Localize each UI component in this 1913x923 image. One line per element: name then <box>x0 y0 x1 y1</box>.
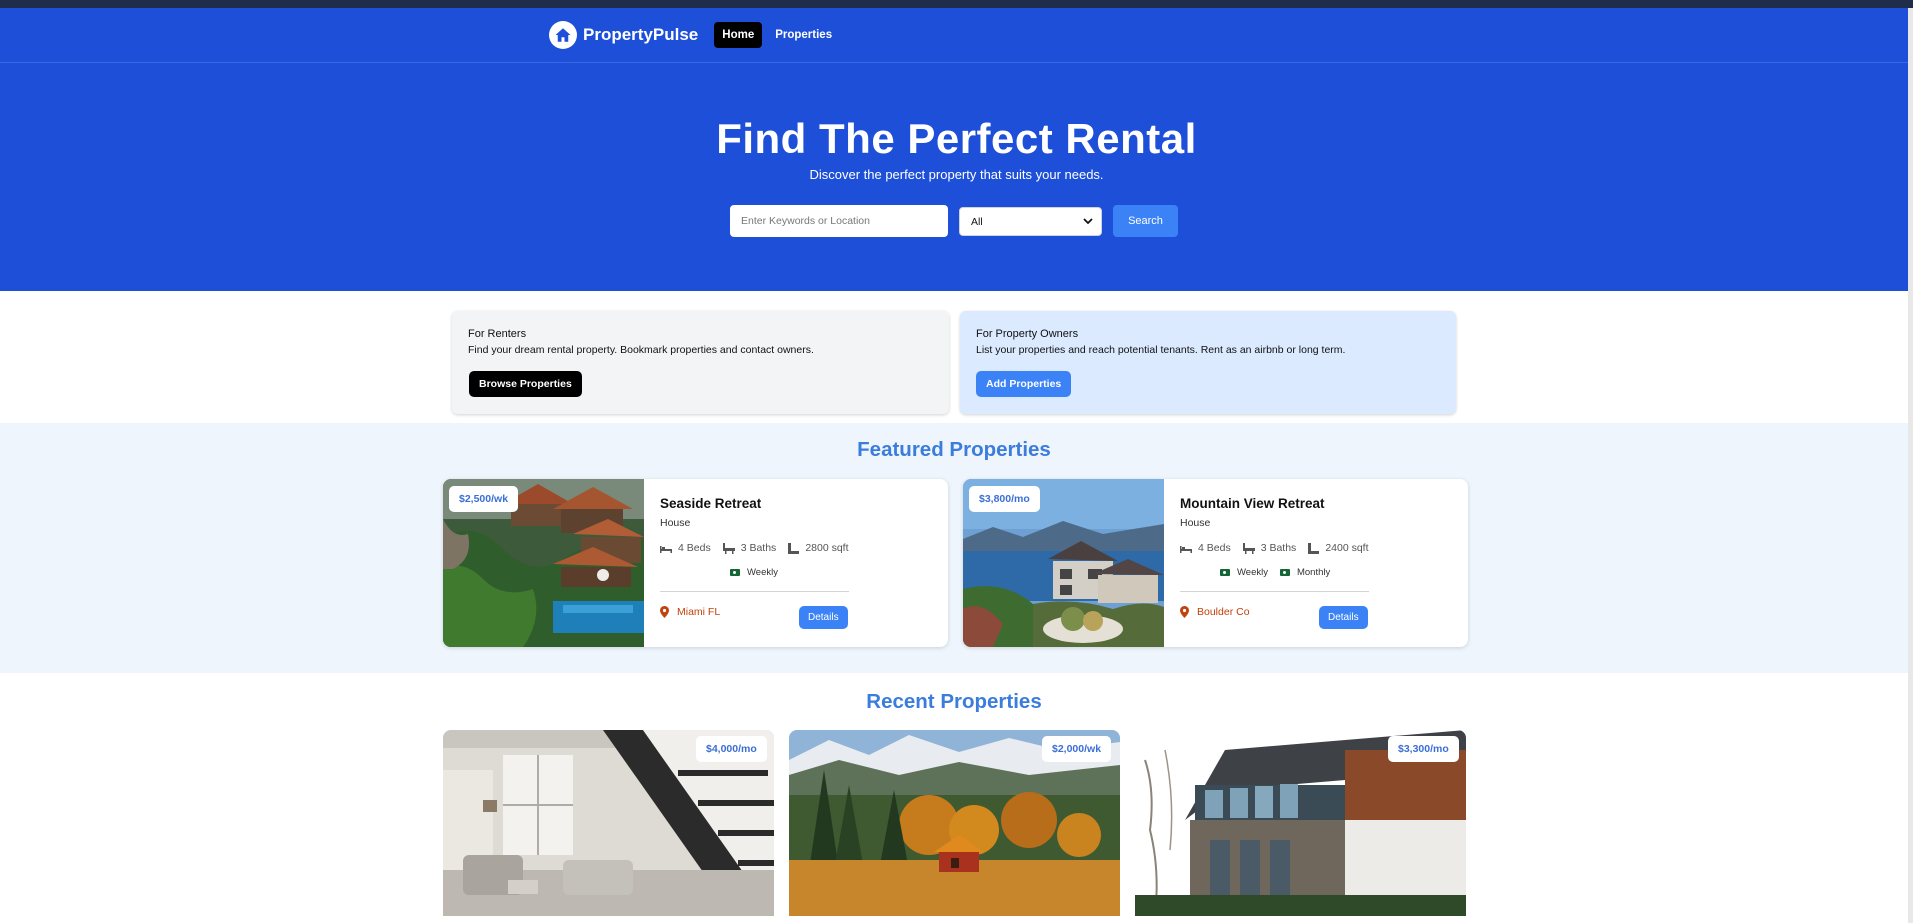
beds-label: 4 Beds <box>678 542 711 554</box>
ruler-icon <box>788 542 800 554</box>
sqft-label: 2400 sqft <box>1325 542 1369 554</box>
brand-logo[interactable]: PropertyPulse <box>549 21 698 49</box>
recent-title: Recent Properties <box>866 690 1042 713</box>
navbar: PropertyPulse Home Properties <box>0 8 1913 63</box>
browser-top-strip <box>0 0 1913 8</box>
money-icon <box>730 569 740 576</box>
property-name: Seaside Retreat <box>660 496 762 511</box>
location-label: Boulder Co <box>1197 606 1250 618</box>
rate-label: Monthly <box>1296 567 1331 578</box>
property-type: House <box>1180 517 1211 529</box>
featured-card[interactable]: $2,500/wk Seaside Retreat House 4 Beds 3… <box>443 479 948 647</box>
browse-properties-button[interactable]: Browse Properties <box>469 371 582 397</box>
rate-monthly: Monthly <box>1279 567 1331 578</box>
price-badge: $2,500/wk <box>449 486 519 512</box>
bath-icon <box>1242 542 1255 554</box>
rate-label: Weekly <box>747 567 778 578</box>
owners-info-card: For Property Owners List your properties… <box>960 311 1456 414</box>
renters-info-card: For Renters Find your dream rental prope… <box>452 311 949 414</box>
page-scrollbar[interactable] <box>1908 8 1913 923</box>
card-divider <box>660 591 849 592</box>
card-divider <box>1180 591 1369 592</box>
ruler-icon <box>1308 542 1320 554</box>
brand-name: PropertyPulse <box>583 25 699 44</box>
hero-section: Find The Perfect Rental Discover the per… <box>0 63 1913 291</box>
baths-info: 3 Baths <box>722 542 777 554</box>
price-badge: $3,300/mo <box>1388 736 1459 762</box>
nav-link-properties[interactable]: Properties <box>767 22 840 48</box>
property-name: Mountain View Retreat <box>1180 496 1325 511</box>
chevron-down-icon <box>1083 216 1093 229</box>
featured-card[interactable]: $3,800/mo Mountain View Retreat House 4 … <box>963 479 1468 647</box>
featured-section: Featured Properties $2,500/wk Seaside Re… <box>0 423 1908 673</box>
bath-icon <box>722 542 735 554</box>
bed-icon <box>1180 544 1192 553</box>
nav-link-home[interactable]: Home <box>714 22 763 48</box>
owners-title: For Property Owners <box>976 328 1079 340</box>
property-location: Boulder Co <box>1180 606 1250 618</box>
property-amenities: 4 Beds 3 Baths 2800 sqft <box>660 542 861 554</box>
price-badge: $2,000/wk <box>1042 736 1112 762</box>
rental-rates: Weekly <box>730 567 790 578</box>
location-label: Miami FL <box>677 606 721 618</box>
renters-text: Find your dream rental property. Bookmar… <box>468 344 814 356</box>
rate-weekly: Weekly <box>730 567 778 578</box>
add-properties-button[interactable]: Add Properties <box>976 371 1072 397</box>
rate-label: Weekly <box>1237 567 1268 578</box>
property-image[interactable]: $3,800/mo <box>963 479 1164 647</box>
property-type-value: All <box>971 215 983 228</box>
property-amenities: 4 Beds 3 Baths 2400 sqft <box>1180 542 1381 554</box>
renters-title: For Renters <box>468 328 527 340</box>
sqft-info: 2400 sqft <box>1308 542 1369 554</box>
bed-icon <box>660 544 672 553</box>
money-icon <box>1220 569 1230 576</box>
sqft-info: 2800 sqft <box>788 542 849 554</box>
beds-info: 4 Beds <box>1180 542 1231 554</box>
recent-property-card[interactable]: $4,000/mo <box>443 730 774 916</box>
money-icon <box>1279 569 1290 576</box>
map-pin-icon <box>1180 606 1189 618</box>
property-type: House <box>660 517 691 529</box>
details-button[interactable]: Details <box>1319 606 1368 629</box>
nav-inner: PropertyPulse Home Properties <box>549 21 840 49</box>
recent-property-card[interactable]: $2,000/wk <box>789 730 1120 916</box>
map-pin-icon <box>660 606 669 618</box>
rental-rates: Weekly Monthly <box>1220 567 1342 578</box>
search-button[interactable]: Search <box>1113 205 1178 237</box>
beds-label: 4 Beds <box>1198 542 1231 554</box>
featured-title: Featured Properties <box>857 438 1051 461</box>
details-button[interactable]: Details <box>799 606 848 629</box>
beds-info: 4 Beds <box>660 542 711 554</box>
baths-label: 3 Baths <box>1260 542 1297 554</box>
price-badge: $4,000/mo <box>696 736 767 762</box>
hero-title: Find The Perfect Rental <box>716 115 1197 162</box>
rate-weekly: Weekly <box>1220 567 1268 578</box>
owners-text: List your properties and reach potential… <box>976 344 1346 356</box>
search-input[interactable] <box>730 205 948 237</box>
property-image[interactable]: $2,500/wk <box>443 479 644 647</box>
property-location: Miami FL <box>660 606 720 618</box>
recent-property-card[interactable]: $3,300/mo <box>1135 730 1466 916</box>
baths-label: 3 Baths <box>740 542 777 554</box>
property-type-select[interactable]: All <box>959 207 1102 236</box>
baths-info: 3 Baths <box>1242 542 1297 554</box>
sqft-label: 2800 sqft <box>805 542 849 554</box>
hero-subtitle: Discover the perfect property that suits… <box>809 167 1104 182</box>
price-badge: $3,800/mo <box>969 486 1040 512</box>
home-logo-icon <box>549 21 577 49</box>
